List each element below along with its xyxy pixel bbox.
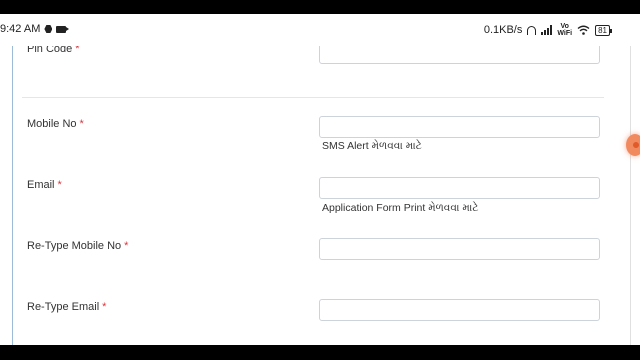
retype-email-required-marker: *: [102, 301, 107, 313]
signal-icon: [541, 25, 553, 35]
email-required-marker: *: [57, 179, 62, 191]
status-time: 9:42 AM: [0, 23, 41, 35]
status-right: 0.1KB/s Vo WiFi 81: [483, 23, 612, 37]
section-divider: [22, 97, 604, 98]
retype-email-label: Re-Type Email *: [27, 301, 106, 313]
registration-form-page: Pin Code * Mobile No * SMS Alert મેળવવા મા…: [0, 46, 640, 345]
mobile-no-label: Mobile No *: [27, 118, 84, 130]
status-left: 9:42 AM: [0, 23, 70, 35]
hexagon-icon: [44, 25, 53, 33]
email-hint: Application Form Print મેળવવા માટે: [322, 202, 479, 214]
pin-code-required-marker: *: [75, 46, 80, 55]
scroll-handle-icon[interactable]: [626, 134, 640, 156]
retype-email-input[interactable]: [319, 299, 600, 321]
retype-email-label-text: Re-Type Email: [27, 301, 100, 313]
mobile-no-input[interactable]: [319, 116, 600, 138]
scrollbar-track[interactable]: [630, 46, 631, 345]
retype-mobile-no-label-text: Re-Type Mobile No: [27, 240, 122, 252]
wifi-icon: [577, 25, 590, 35]
email-input[interactable]: [319, 177, 600, 199]
volte-label-bottom: WiFi: [557, 30, 573, 37]
form-frame-border: [12, 46, 13, 345]
retype-mobile-no-input[interactable]: [319, 238, 600, 260]
mobile-no-label-text: Mobile No: [27, 118, 77, 130]
video-camera-icon: [56, 25, 70, 33]
mobile-no-required-marker: *: [79, 118, 84, 130]
mobile-no-hint: SMS Alert મેળવવા માટે: [322, 140, 422, 152]
pin-code-label: Pin Code *: [27, 46, 80, 55]
battery-icon: 81: [595, 24, 612, 36]
pin-code-input[interactable]: [319, 46, 600, 64]
retype-mobile-no-required-marker: *: [124, 240, 129, 252]
pin-code-label-text: Pin Code: [27, 46, 73, 55]
email-label: Email *: [27, 179, 62, 191]
volte-wifi-badge: Vo WiFi: [557, 23, 572, 37]
status-bar: 9:42 AM 0.1KB/s Vo WiFi 81: [0, 14, 640, 46]
headphone-icon: [527, 25, 537, 35]
battery-level: 81: [598, 25, 607, 35]
email-label-text: Email: [27, 179, 55, 191]
retype-mobile-no-label: Re-Type Mobile No *: [27, 240, 128, 252]
volte-label-top: Vo: [560, 23, 569, 30]
network-speed: 0.1KB/s: [483, 24, 523, 36]
